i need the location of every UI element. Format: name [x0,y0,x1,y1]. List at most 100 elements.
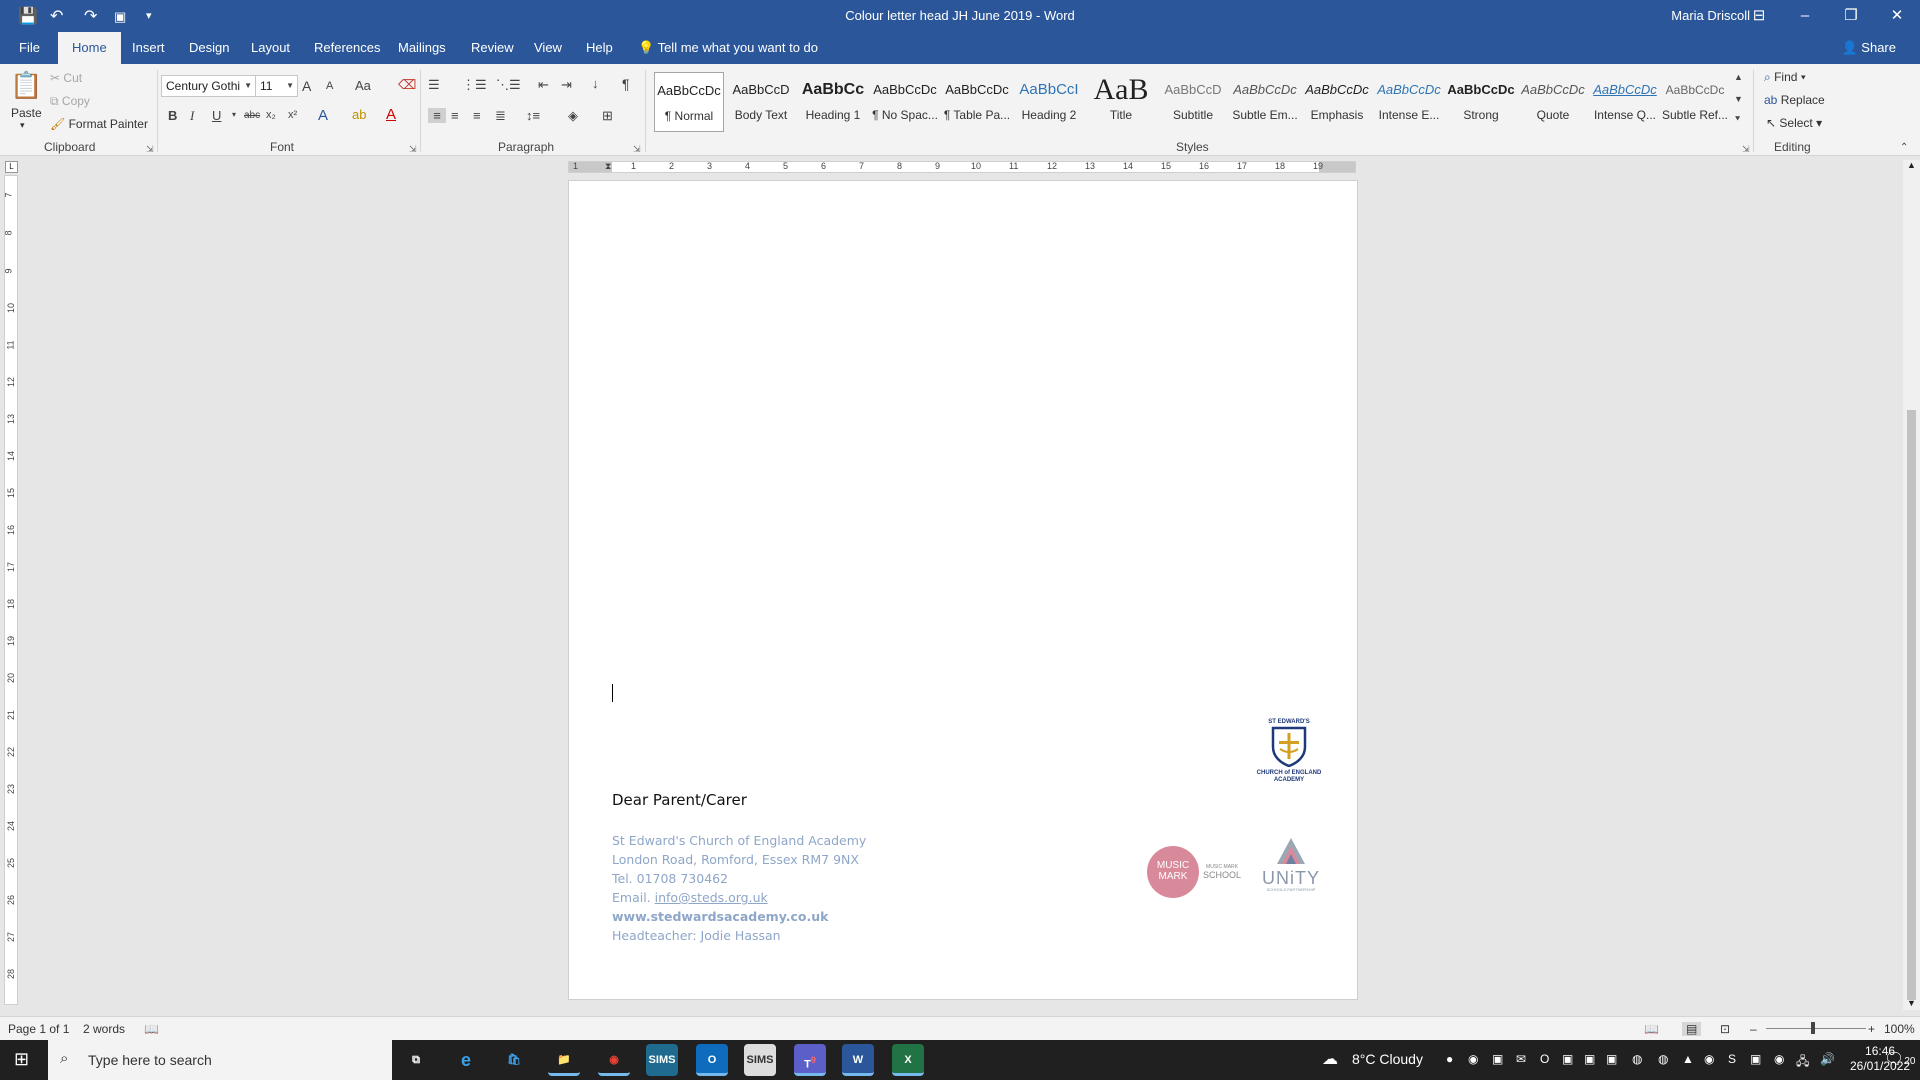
style-heading-2[interactable]: AaBbCcI Heading 2 [1014,72,1084,132]
style-subtle-reference[interactable]: AaBbCcDc Subtle Ref... [1660,72,1730,132]
strikethrough-button[interactable]: abc [244,110,260,121]
vertical-ruler[interactable]: 7 8 9 10 11 12 13 14 15 16 17 18 19 20 2… [4,175,18,1005]
network-icon[interactable]: 🖧 [1796,1052,1809,1073]
font-dialog-launcher-icon[interactable]: ⇲ [409,144,417,155]
style-body-text[interactable]: AaBbCcD Body Text [726,72,796,132]
tray-app-icon[interactable]: ◍ [1658,1052,1668,1066]
style-title[interactable]: AaB Title [1086,72,1156,132]
tab-references[interactable]: References [314,32,380,64]
style-subtle-emphasis[interactable]: AaBbCcDc Subtle Em... [1230,72,1300,132]
borders-icon[interactable]: ⊞ [602,108,613,124]
style-table-paragraph[interactable]: AaBbCcDc ¶ Table Pa... [942,72,1012,132]
tab-layout[interactable]: Layout [251,32,290,64]
tell-me-search[interactable]: 💡 Tell me what you want to do [638,32,818,64]
find-button[interactable]: ⌕ Find ▾ [1764,70,1806,85]
tab-review[interactable]: Review [471,32,514,64]
font-family-combo[interactable]: Century Gothi ▼ [161,75,256,97]
scroll-up-arrow-icon[interactable]: ▲ [1907,160,1916,170]
change-case-icon[interactable]: Aa [355,78,371,93]
tab-selector[interactable]: L [5,161,18,173]
superscript-button[interactable]: x² [288,109,297,121]
tray-app-icon[interactable]: ▣ [1606,1052,1617,1066]
paste-icon[interactable]: 📋 [10,70,42,102]
decrease-indent-icon[interactable]: ⇤ [538,77,549,93]
mail-icon[interactable]: ✉ [1516,1052,1526,1066]
proofing-icon[interactable]: 📖 [144,1022,159,1036]
shrink-font-icon[interactable]: A [326,80,333,92]
style-subtitle[interactable]: AaBbCcD Subtitle [1158,72,1228,132]
excel-icon[interactable]: X [892,1044,924,1076]
style-emphasis[interactable]: AaBbCcDc Emphasis [1302,72,1372,132]
letter-greeting[interactable]: Dear Parent/Carer [612,791,747,809]
tray-app-icon[interactable]: ▲ [1682,1052,1694,1066]
justify-icon[interactable]: ≣ [495,108,506,124]
cut-button[interactable]: ✂ Cut [50,71,82,85]
italic-button[interactable]: I [190,108,194,124]
outlook-icon[interactable]: O [696,1044,728,1076]
scroll-down-arrow-icon[interactable]: ▼ [1907,998,1916,1008]
style-heading-1[interactable]: AaBbCc Heading 1 [798,72,868,132]
school-address-block[interactable]: St Edward's Church of England Academy Lo… [612,831,866,945]
edge-icon[interactable]: e [450,1044,482,1076]
print-layout-icon[interactable]: ▤ [1682,1022,1702,1036]
minimize-button[interactable]: – [1782,4,1828,28]
share-button[interactable]: 👤 Share [1841,40,1896,56]
style-quote[interactable]: AaBbCcDc Quote [1518,72,1588,132]
paste-button[interactable]: Paste [11,106,42,120]
weather-text[interactable]: 8°C Cloudy [1352,1051,1423,1067]
scroll-up-icon[interactable]: ▲ [1734,72,1743,82]
close-button[interactable]: ✕ [1874,4,1920,28]
tab-view[interactable]: View [534,32,562,64]
align-center-icon[interactable]: ≡ [451,108,459,123]
more-styles-icon[interactable]: ⯆ [1734,114,1741,125]
restore-button[interactable]: ❐ [1828,4,1874,28]
word-count[interactable]: 2 words [83,1022,125,1036]
sims-app-icon-2[interactable]: SIMS [744,1044,776,1076]
word-icon[interactable]: W [842,1044,874,1076]
taskbar-search-box[interactable]: ⌕ Type here to search [48,1040,392,1080]
multilevel-list-icon[interactable]: ⋱☰ [496,77,521,93]
font-size-combo[interactable]: 11 ▼ [255,75,298,97]
tab-mailings[interactable]: Mailings [398,32,446,64]
tab-insert[interactable]: Insert [132,32,165,64]
tray-app-icon[interactable]: ● [1446,1052,1453,1066]
style-intense-emphasis[interactable]: AaBbCcDc Intense E... [1374,72,1444,132]
volume-icon[interactable]: 🔊 [1820,1052,1835,1066]
zoom-level[interactable]: 100% [1884,1022,1915,1036]
paste-dropdown-icon[interactable]: ▾ [20,120,25,131]
tab-home[interactable]: Home [58,32,121,64]
cloud-weather-icon[interactable]: ☁ [1322,1049,1338,1069]
skype-icon[interactable]: S [1728,1052,1736,1066]
vertical-scrollbar[interactable]: ▲ ▼ [1903,160,1920,1010]
bullets-icon[interactable]: ☰ [428,77,440,93]
scroll-down-icon[interactable]: ▼ [1734,94,1743,104]
tray-app-icon[interactable]: ▣ [1584,1052,1595,1066]
tray-app-icon[interactable]: ▣ [1492,1052,1503,1066]
page-count[interactable]: Page 1 of 1 [8,1022,69,1036]
chrome-icon[interactable]: ◉ [598,1044,630,1076]
text-effects-icon[interactable]: A [318,107,328,124]
zoom-slider-thumb[interactable] [1811,1022,1815,1034]
ribbon-display-options-icon[interactable]: ⊟ [1736,4,1782,28]
shading-icon[interactable]: ◈ [568,108,578,124]
document-page[interactable]: ST EDWARD'S CHURCH of ENGLAND ACADEMY De… [568,180,1358,1000]
task-view-icon[interactable]: ⧉ [400,1044,432,1076]
styles-dialog-launcher-icon[interactable]: ⇲ [1742,144,1750,155]
style-normal[interactable]: AaBbCcDc ¶ Normal [654,72,724,132]
ruler-indent-marker[interactable]: ⧗ [605,161,611,172]
grow-font-icon[interactable]: A [302,78,311,94]
file-explorer-icon[interactable]: 📁 [548,1044,580,1076]
chevron-down-icon[interactable]: ▾ [232,110,236,119]
highlight-color-icon[interactable]: ab [352,107,366,122]
format-painter-button[interactable]: 🖌 Format Painter [50,117,148,131]
email-link[interactable]: info@steds.org.uk [655,890,768,905]
tray-app-icon[interactable]: ◉ [1468,1052,1478,1066]
tab-design[interactable]: Design [189,32,229,64]
zoom-slider[interactable] [1766,1028,1866,1029]
horizontal-ruler[interactable]: 1 ⧗ 1 2 3 4 5 6 7 8 9 10 11 12 13 14 15 … [568,161,1356,173]
replace-button[interactable]: ab Replace [1764,93,1825,107]
paragraph-dialog-launcher-icon[interactable]: ⇲ [633,144,641,155]
notifications-icon[interactable]: 🗨20 [1884,1049,1915,1069]
show-formatting-marks-icon[interactable]: ¶ [622,76,630,92]
style-strong[interactable]: AaBbCcDc Strong [1446,72,1516,132]
